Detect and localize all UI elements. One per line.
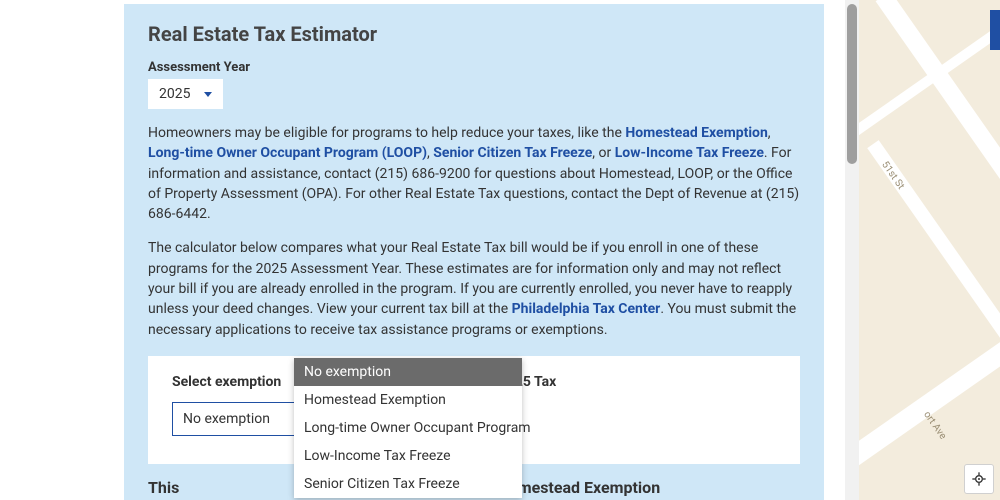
- link-philadelphia-tax-center[interactable]: Philadelphia Tax Center: [512, 301, 661, 317]
- exemption-select-value: No exemption: [183, 411, 270, 427]
- estimator-title: Real Estate Tax Estimator: [148, 22, 800, 46]
- assessment-year-value: 2025: [159, 86, 190, 102]
- assessment-year-select[interactable]: 2025: [148, 79, 223, 109]
- scrollbar-thumb[interactable]: [847, 4, 857, 164]
- exemption-option[interactable]: No exemption: [294, 358, 522, 386]
- map-road: [859, 296, 1000, 484]
- exemption-dropdown-list[interactable]: No exemption Homestead Exemption Long-ti…: [294, 358, 522, 498]
- link-senior-freeze[interactable]: Senior Citizen Tax Freeze: [433, 145, 592, 161]
- info-paragraph-2: The calculator below compares what your …: [148, 238, 800, 339]
- crosshair-icon: [971, 471, 987, 487]
- assessment-year-label: Assessment Year: [148, 60, 800, 75]
- info-paragraph-1: Homeowners may be eligible for programs …: [148, 123, 800, 224]
- exemption-option[interactable]: Homestead Exemption: [294, 386, 522, 414]
- map-panel[interactable]: 51st St ort Ave: [859, 0, 1000, 500]
- map-edge-marker: [990, 10, 1000, 50]
- map-street-label: ort Ave: [921, 409, 948, 441]
- exemption-option[interactable]: Low-Income Tax Freeze: [294, 442, 522, 470]
- exemption-option[interactable]: Senior Citizen Tax Freeze: [294, 470, 522, 498]
- scrollbar-track[interactable]: [845, 0, 859, 500]
- locate-button[interactable]: [964, 464, 994, 494]
- link-loop[interactable]: Long-time Owner Occupant Program (LOOP): [148, 145, 427, 161]
- link-homestead-exemption[interactable]: Homestead Exemption: [625, 125, 767, 141]
- link-low-income-freeze[interactable]: Low-Income Tax Freeze: [615, 145, 764, 161]
- exemption-option[interactable]: Long-time Owner Occupant Program: [294, 414, 522, 442]
- chevron-down-icon: [204, 92, 212, 97]
